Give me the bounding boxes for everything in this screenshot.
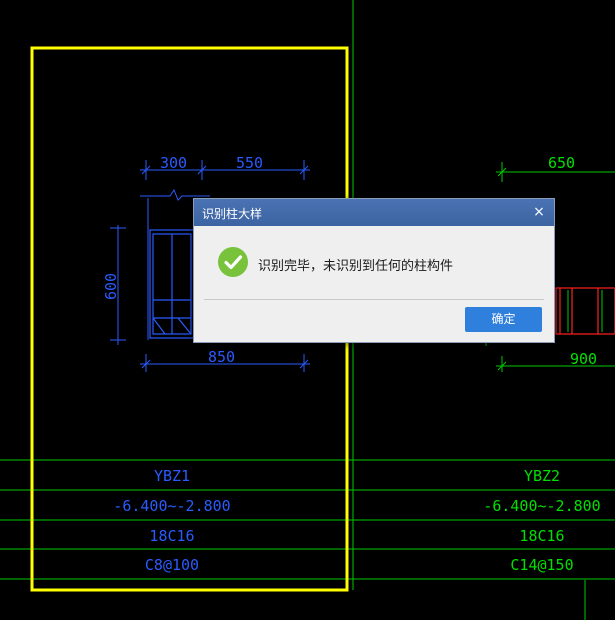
dialog-title: 识别柱大样: [202, 207, 263, 221]
recognition-result-dialog: 识别柱大样 × 识别完毕，未识别到任何的柱构件 确定: [193, 198, 555, 343]
table-cell-name-1: YBZ1: [154, 467, 190, 485]
table-cell-rebar-2: 18C16: [519, 527, 564, 545]
column-section-ybz2: [555, 287, 615, 335]
table-cell-elev-1: -6.400~-2.800: [113, 497, 230, 515]
close-icon[interactable]: ×: [532, 204, 546, 220]
column-section-ybz1: [149, 229, 195, 339]
table-cell-elev-2: -6.400~-2.800: [483, 497, 600, 515]
table-cell-stirrup-2: C14@150: [510, 556, 573, 574]
column-section-ybz2-bars: [567, 290, 603, 332]
table-cell-rebar-1: 18C16: [149, 527, 194, 545]
dim-top-650: 650: [548, 154, 575, 172]
check-circle-icon: [218, 247, 248, 277]
dim-bottom-850: 850: [208, 348, 235, 366]
dim-top-550: 550: [236, 154, 263, 172]
dialog-message: 识别完毕，未识别到任何的柱构件: [258, 259, 454, 274]
dim-bottom-900: 900: [570, 350, 597, 368]
dialog-divider: [204, 299, 544, 300]
ok-button[interactable]: 确定: [465, 307, 542, 332]
dim-top-300: 300: [160, 154, 187, 172]
table-cell-name-2: YBZ2: [524, 467, 560, 485]
dialog-titlebar[interactable]: 识别柱大样 ×: [194, 199, 554, 226]
dim-left-600: 600: [102, 273, 120, 300]
table-cell-stirrup-1: C8@100: [145, 556, 199, 574]
